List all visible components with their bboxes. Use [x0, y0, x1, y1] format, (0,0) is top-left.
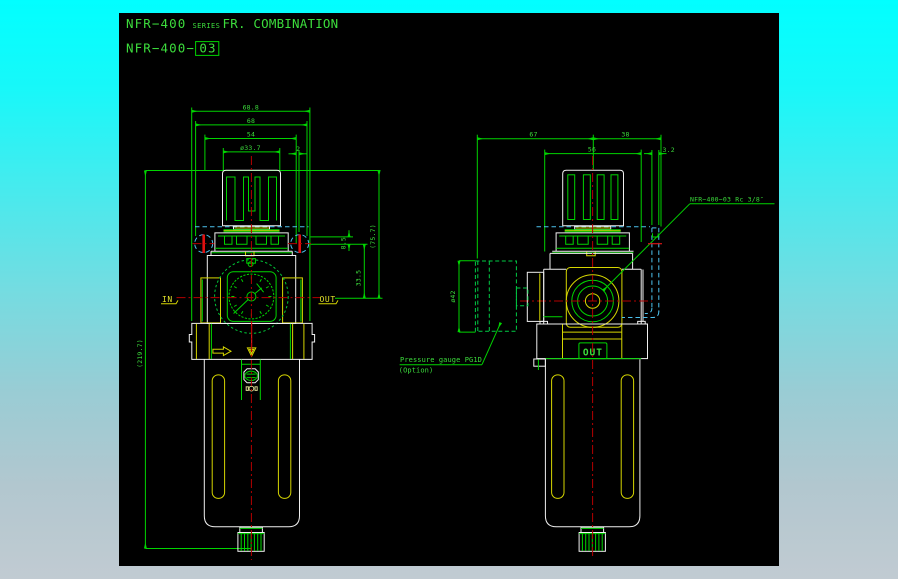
side-pressure-gauge-option: ø42 Pressure gauge PG1D (Option)	[399, 261, 528, 375]
flow-arrow-icon	[213, 347, 231, 356]
sight-slot-right	[278, 375, 290, 499]
gauge-note-line1: Pressure gauge PG1D	[400, 356, 482, 364]
front-view: 68.8 68 54 ø33.7 2 (219.7) (75.7) 33.5 8…	[136, 103, 383, 560]
side-sight-slot-right	[621, 375, 633, 499]
dim-upper-height: (75.7)	[369, 224, 377, 249]
gauge-note-line2: (Option)	[399, 367, 434, 375]
dim-width-ports: 68	[247, 117, 255, 125]
front-dimensions-top: 68.8 68 54 ø33.7 2	[192, 103, 310, 321]
title-series-label: SERIES	[193, 22, 221, 30]
title-model: NFR−400	[126, 16, 186, 31]
cad-drawing: NFR−400 SERIES FR. COMBINATION NFR−400− …	[119, 13, 779, 566]
gauge-boss	[527, 272, 543, 321]
dim-width-bonnet: 54	[247, 131, 255, 139]
out-label: OUT	[320, 295, 336, 304]
side-body	[520, 253, 652, 327]
side-dimensions-top: 67 38 56 3.2	[477, 131, 675, 259]
side-sight-slot-left	[552, 375, 564, 499]
front-clamp	[189, 322, 314, 360]
side-bonnet	[537, 226, 651, 256]
port-spec: NFR−400−03 Rc 3/8″	[690, 195, 764, 203]
sight-slot-left	[212, 375, 224, 499]
in-label: IN	[162, 295, 173, 304]
dim-width-overall: 68.8	[243, 103, 259, 111]
dim-depth-rear: 38	[621, 131, 629, 139]
size-code: 03	[199, 41, 216, 56]
subtitle-model: NFR−400−	[126, 41, 195, 56]
dim-body-depth: 56	[588, 146, 596, 154]
dim-depth-front: 67	[529, 131, 537, 139]
bowl-latch	[534, 359, 546, 366]
drawing-canvas: NFR−400 SERIES FR. COMBINATION NFR−400− …	[119, 13, 779, 566]
dim-port-drop: 8.5	[340, 237, 348, 249]
dim-gauge-diameter: ø42	[449, 290, 457, 302]
title-name: FR. COMBINATION	[223, 16, 339, 31]
desktop: { "window": { "background_top": "#01ffff…	[0, 0, 898, 579]
dim-bracket-thickness: 3.2	[663, 146, 675, 154]
front-flow-labels: IN OUT	[161, 295, 338, 304]
dim-knob-diameter: ø33.7	[240, 144, 261, 152]
dim-total-height: (219.7)	[136, 339, 144, 368]
side-bowl	[534, 359, 640, 527]
dim-edge-offset: 2	[296, 145, 300, 153]
side-view: 67 38 56 3.2	[399, 131, 775, 557]
dim-port-height: 33.5	[355, 270, 363, 286]
title-block: NFR−400 SERIES FR. COMBINATION NFR−400− …	[126, 16, 338, 55]
